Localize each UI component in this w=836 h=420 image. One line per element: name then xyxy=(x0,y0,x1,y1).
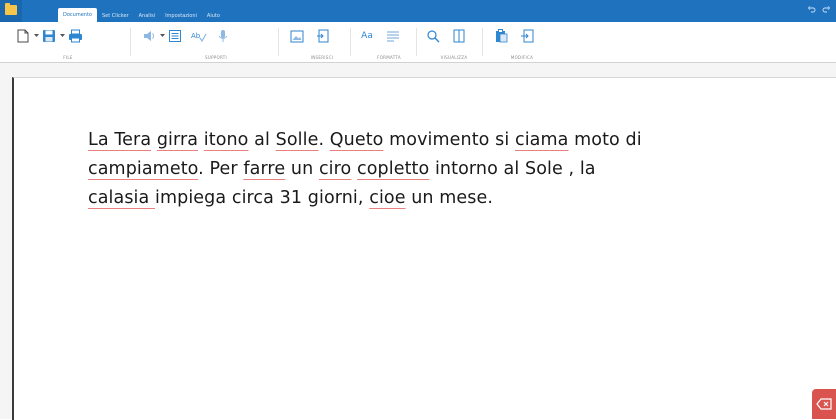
print-icon[interactable] xyxy=(66,27,84,45)
app-menu-button[interactable] xyxy=(0,0,22,22)
font-format-label: Aa xyxy=(361,31,373,41)
tab-aiuto[interactable]: Aiuto xyxy=(202,10,225,22)
font-format-icon[interactable]: Aa xyxy=(358,27,376,45)
text-segment: un xyxy=(285,159,319,179)
misspelled-word[interactable]: ciama xyxy=(515,130,568,150)
backspace-button[interactable] xyxy=(812,389,836,419)
tab-impostazioni[interactable]: Impostazioni xyxy=(160,10,202,22)
tab-analisi[interactable]: Analisi xyxy=(134,10,160,22)
text-line: campiameto. Per farre un ciro copletto i… xyxy=(88,155,748,184)
misspelled-word[interactable]: Solle xyxy=(276,130,319,150)
speaker-icon[interactable] xyxy=(140,27,158,45)
word-list-icon[interactable] xyxy=(166,27,184,45)
align-text-icon[interactable] xyxy=(384,27,402,45)
page-view-icon[interactable] xyxy=(450,27,468,45)
text-segment: un mese. xyxy=(405,188,494,208)
zoom-icon[interactable] xyxy=(424,27,442,45)
chevron-down-icon[interactable] xyxy=(58,27,66,45)
misspelled-word[interactable]: cioe xyxy=(369,188,405,208)
group-visualizza: VISUALIZZA xyxy=(424,22,484,62)
group-label-inserisci: INSERISCI xyxy=(310,55,334,60)
ribbon-divider xyxy=(278,28,279,56)
group-inserisci: INSERISCI xyxy=(288,22,356,62)
group-label-formatta: FORMATTA xyxy=(377,55,401,60)
group-label-file: FILE xyxy=(63,55,73,60)
ribbon-toolbar: FILE Ab SUPPORTI INSERISCI Aa FORMATTA V… xyxy=(0,22,836,63)
chevron-down-icon[interactable] xyxy=(32,27,40,45)
copy-page-icon[interactable] xyxy=(518,27,536,45)
group-label-supporti: SUPPORTI xyxy=(205,55,227,60)
ribbon-tabs: Documento Set Clicker Analisi Impostazio… xyxy=(58,4,225,22)
image-icon[interactable] xyxy=(288,27,306,45)
misspelled-word[interactable]: itono xyxy=(204,130,249,150)
misspelled-word[interactable]: farre xyxy=(243,159,285,179)
misspelled-word[interactable]: Queto xyxy=(330,130,384,150)
group-formatta: Aa FORMATTA xyxy=(358,22,420,62)
document-workspace: La Tera girra itono al Solle. Queto movi… xyxy=(0,63,836,420)
backspace-icon xyxy=(816,395,832,414)
misspelled-word[interactable]: calasia xyxy=(88,188,155,208)
document-page[interactable]: La Tera girra itono al Solle. Queto movi… xyxy=(12,77,836,420)
group-file: FILE xyxy=(14,22,122,62)
microphone-icon[interactable] xyxy=(214,27,232,45)
text-segment: moto di xyxy=(568,130,642,150)
paste-icon[interactable] xyxy=(492,27,510,45)
text-segment: al xyxy=(248,130,276,150)
misspelled-word[interactable]: girra xyxy=(157,130,198,150)
misspelled-word[interactable]: copletto xyxy=(357,159,429,179)
tab-set-clicker[interactable]: Set Clicker xyxy=(97,10,134,22)
undo-icon[interactable] xyxy=(808,5,816,13)
ribbon-divider xyxy=(130,28,131,56)
tab-documento[interactable]: Documento xyxy=(58,8,97,22)
text-line: calasia impiega circa 31 giorni, cioe un… xyxy=(88,184,748,213)
misspelled-word[interactable]: campiameto xyxy=(88,159,198,179)
new-document-icon[interactable] xyxy=(14,27,32,45)
ribbon-divider xyxy=(350,28,351,56)
text-segment: . Per xyxy=(198,159,244,179)
svg-text:Ab: Ab xyxy=(191,32,201,40)
folder-icon xyxy=(5,3,17,15)
text-line: La Tera girra itono al Solle. Queto movi… xyxy=(88,126,748,155)
save-icon[interactable] xyxy=(40,27,58,45)
misspelled-word[interactable]: ciro xyxy=(319,159,351,179)
group-label-modifica: MODIFICA xyxy=(510,55,534,60)
ribbon-divider xyxy=(482,28,483,56)
document-text[interactable]: La Tera girra itono al Solle. Queto movi… xyxy=(88,126,748,213)
misspelled-word[interactable]: La Tera xyxy=(88,130,151,150)
text-segment: impiega circa 31 giorni, xyxy=(155,188,370,208)
text-segment: intorno al Sole , la xyxy=(429,159,596,179)
chevron-down-icon[interactable] xyxy=(158,27,166,45)
text-segment: . xyxy=(318,130,330,150)
redo-icon[interactable] xyxy=(822,5,830,13)
group-label-visualizza: VISUALIZZA xyxy=(440,55,468,60)
title-bar: Documento Set Clicker Analisi Impostazio… xyxy=(0,0,836,22)
group-supporti: Ab SUPPORTI xyxy=(140,22,292,62)
ribbon-divider xyxy=(416,28,417,56)
text-segment: movimento si xyxy=(383,130,515,150)
group-modifica: MODIFICA xyxy=(492,22,552,62)
abc-check-icon[interactable]: Ab xyxy=(190,27,208,45)
insert-page-icon[interactable] xyxy=(314,27,332,45)
